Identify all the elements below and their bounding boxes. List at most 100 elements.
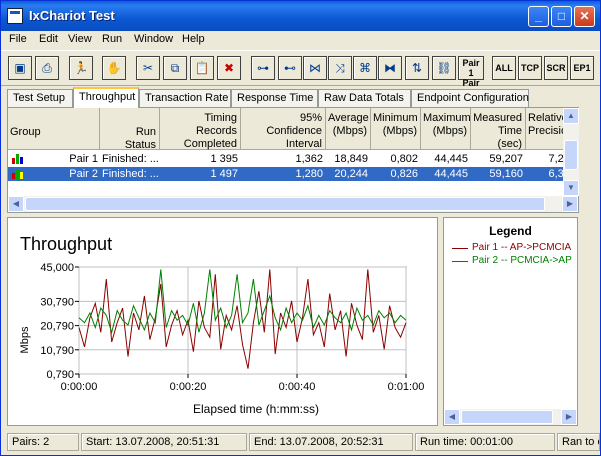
x-axis-label: Elapsed time (h:mm:ss) <box>193 402 319 416</box>
ep1-button[interactable]: EP1 <box>570 56 594 80</box>
pair-view-button[interactable]: Pair 1 Pair 2 <box>458 56 484 98</box>
group-button[interactable]: ⌘ <box>353 56 377 80</box>
header-timing-records[interactable]: Timing Records Completed <box>160 108 241 150</box>
cell-pair: Pair 1 <box>69 153 98 165</box>
header-minimum[interactable]: Minimum (Mbps) <box>371 108 421 150</box>
results-table: Group Run Status Timing Records Complete… <box>7 107 579 213</box>
app-window: IxChariot Test _ □ ✕ File Edit View Run … <box>0 0 601 456</box>
table-row-pair-2[interactable]: Pair 2 Finished: ... 1 497 1,280 20,244 … <box>8 167 578 181</box>
paste-button[interactable]: 📋 <box>190 56 214 80</box>
legend-scroll-thumb[interactable] <box>461 410 553 424</box>
tab-transaction-rate[interactable]: Transaction Rate <box>139 89 231 107</box>
status-start: Start: 13.07.2008, 20:51:31 <box>81 433 247 451</box>
menu-view[interactable]: View <box>68 33 92 45</box>
cell-status: Finished: ... <box>102 153 158 165</box>
status-ran-to: Ran to c <box>557 433 600 451</box>
network-icon: ⛓ <box>436 61 452 75</box>
delete-x-icon: ✖ <box>223 61 235 75</box>
tab-throughput[interactable]: Throughput <box>73 87 139 108</box>
sort-icon: ⇅ <box>411 61 423 75</box>
stop-button[interactable]: ✋ <box>102 56 126 80</box>
copy-button[interactable]: ⧉ <box>163 56 187 80</box>
tab-raw-data-totals[interactable]: Raw Data Totals <box>318 89 411 107</box>
minimize-button[interactable]: _ <box>528 6 549 27</box>
group-icon: ⌘ <box>359 61 371 75</box>
maximize-button[interactable]: □ <box>551 6 572 27</box>
edit-pair-button[interactable]: ⋈ <box>303 56 327 80</box>
tab-test-setup[interactable]: Test Setup <box>7 89 73 107</box>
cell-maximum: 44,445 <box>434 168 468 180</box>
tab-endpoint-configuration[interactable]: Endpoint Configuration <box>411 89 529 107</box>
cell-average: 18,849 <box>334 153 368 165</box>
cut-button[interactable]: ✂ <box>136 56 160 80</box>
x-tick-label: 0:00:20 <box>170 381 207 393</box>
x-tick-label: 0:01:00 <box>388 381 425 393</box>
header-average[interactable]: Average (Mbps) <box>326 108 371 150</box>
header-run-status[interactable]: Run Status <box>100 108 160 151</box>
x-tick-label: 0:00:40 <box>279 381 316 393</box>
table-row-pair-1[interactable]: Pair 1 Finished: ... 1 395 1,362 18,849 … <box>8 152 578 166</box>
header-measured-time[interactable]: Measured Time (sec) <box>471 108 526 150</box>
header-maximum[interactable]: Maximum (Mbps) <box>421 108 471 150</box>
legend-horizontal-scrollbar[interactable]: ◀ ▶ <box>444 409 577 425</box>
close-button[interactable]: ✕ <box>574 6 595 27</box>
legend-item-pair-2[interactable]: Pair 2 -- PCMCIA->AP <box>452 255 572 266</box>
scroll-right-arrow-icon[interactable]: ▶ <box>562 196 578 212</box>
table-horizontal-scrollbar[interactable]: ◀ ▶ <box>8 196 578 212</box>
y-tick-label: 10,790 <box>40 345 74 357</box>
pair-view-label-1: Pair 1 <box>462 58 480 78</box>
delete-button[interactable]: ✖ <box>217 56 241 80</box>
title-bar[interactable]: IxChariot Test _ □ ✕ <box>1 1 600 31</box>
menu-edit[interactable]: Edit <box>39 33 58 45</box>
cell-measured: 59,160 <box>489 168 523 180</box>
tcp-button[interactable]: TCP <box>518 56 542 80</box>
menu-bar: File Edit View Run Window Help <box>1 31 600 49</box>
add-pair-button[interactable]: ⊶ <box>251 56 275 80</box>
swap-endpoints-button[interactable]: ⤨ <box>328 56 352 80</box>
minimize-icon: _ <box>535 9 542 23</box>
throughput-chart: 45,000 30,790 20,790 10,790 0,7900:00:00 0:00… <box>19 262 425 416</box>
scroll-right-arrow-icon[interactable]: ▶ <box>561 409 577 425</box>
ungroup-button[interactable]: ⧓ <box>378 56 402 80</box>
scr-button[interactable]: SCR <box>544 56 568 80</box>
y-tick-label: 20,790 <box>40 321 74 333</box>
all-button[interactable]: ALL <box>492 56 516 80</box>
bar-chart-icon <box>12 154 24 164</box>
printer-icon: ⎙ <box>42 61 52 75</box>
scroll-up-arrow-icon[interactable]: ▲ <box>563 108 579 124</box>
header-confidence[interactable]: 95% Confidence Interval <box>241 108 326 150</box>
scroll-left-arrow-icon[interactable]: ◀ <box>444 409 460 425</box>
menu-window[interactable]: Window <box>134 33 173 45</box>
ungroup-icon: ⧓ <box>384 61 396 75</box>
status-run-time: Run time: 00:01:00 <box>415 433 555 451</box>
scroll-left-arrow-icon[interactable]: ◀ <box>8 196 24 212</box>
add-multicast-button[interactable]: ⊷ <box>278 56 302 80</box>
print-button[interactable]: ⎙ <box>35 56 59 80</box>
multicast-icon: ⊷ <box>284 61 296 75</box>
network-button[interactable]: ⛓ <box>432 56 456 80</box>
cell-confidence: 1,362 <box>295 153 323 165</box>
menu-run[interactable]: Run <box>102 33 122 45</box>
cell-status: Finished: ... <box>102 168 158 180</box>
app-icon <box>7 8 23 24</box>
edit-pair-icon: ⋈ <box>309 61 321 75</box>
horizontal-scroll-thumb[interactable] <box>25 197 545 211</box>
status-pairs: Pairs: 2 <box>7 433 79 451</box>
header-group[interactable]: Group <box>8 108 100 150</box>
cell-measured: 59,207 <box>489 153 523 165</box>
cell-minimum: 0,826 <box>390 168 418 180</box>
stop-icon: ✋ <box>106 61 122 75</box>
sort-button[interactable]: ⇅ <box>405 56 429 80</box>
cell-confidence: 1,280 <box>295 168 323 180</box>
vertical-scroll-thumb[interactable] <box>564 140 578 170</box>
tab-response-time[interactable]: Response Time <box>231 89 318 107</box>
menu-file[interactable]: File <box>9 33 27 45</box>
run-button[interactable]: 🏃 <box>69 56 93 80</box>
menu-help[interactable]: Help <box>182 33 205 45</box>
save-button[interactable]: ▣ <box>8 56 32 80</box>
table-vertical-scrollbar[interactable]: ▲ ▼ <box>563 108 579 196</box>
runner-icon: 🏃 <box>73 61 89 75</box>
scroll-down-arrow-icon[interactable]: ▼ <box>563 180 579 196</box>
cell-pair: Pair 2 <box>69 168 98 180</box>
legend-item-pair-1[interactable]: Pair 1 -- AP->PCMCIA <box>451 242 571 253</box>
